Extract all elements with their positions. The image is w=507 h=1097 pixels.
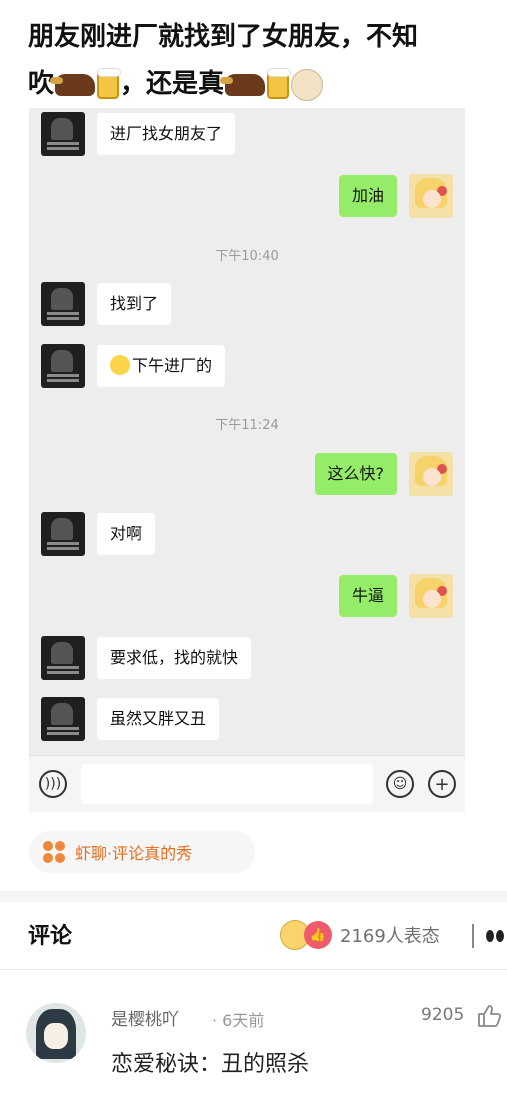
chat-message-right: 加油: [338, 174, 453, 218]
self-avatar: [409, 574, 453, 618]
separator: [472, 924, 474, 948]
bull-emoji-icon: [220, 73, 266, 96]
message-bubble: 加油: [338, 175, 397, 217]
message-bubble: 这么快?: [314, 453, 397, 495]
chat-message-right: 这么快?: [314, 452, 453, 496]
message-bubble: 进厂找女朋友了: [97, 113, 236, 155]
post-title-part-a: 吹: [28, 69, 55, 99]
section-divider: [0, 891, 507, 902]
header-divider: [0, 969, 507, 970]
friend-avatar: [41, 512, 85, 556]
post-title-line-1: 朋友刚进厂就找到了女朋友，不知: [28, 22, 419, 52]
chat-screenshot: 进厂找女朋友了 加油 下午10:40 找到了 下午进厂的 下午11:24 这么快…: [29, 108, 465, 808]
comments-header: 评论: [28, 924, 73, 949]
friend-avatar: [41, 282, 85, 326]
beer-emoji-icon: [97, 67, 122, 99]
post-title-line-2: 吹 ，还是真: [28, 61, 507, 108]
commenter-name[interactable]: 是樱桃吖: [111, 1005, 179, 1030]
topic-tag[interactable]: 虾聊·评论真的秀: [29, 831, 255, 873]
commenter-avatar[interactable]: [26, 1003, 86, 1063]
post-title: 朋友刚进厂就找到了女朋友，不知 吹 ，还是真: [28, 14, 507, 108]
message-bubble: 牛逼: [338, 575, 397, 617]
friend-avatar: [41, 636, 85, 680]
smirk-face-emoji-icon: [291, 68, 324, 101]
comment-text: 恋爱秘诀：丑的照杀: [111, 1052, 310, 1077]
thumbs-up-icon: 👍: [304, 921, 332, 949]
beer-emoji-icon: [267, 67, 292, 99]
chat-message-left: 进厂找女朋友了: [41, 112, 236, 156]
friend-avatar: [41, 344, 85, 388]
message-text: 下午进厂的: [132, 356, 213, 375]
comment-time: · 6天前: [212, 1011, 265, 1030]
message-bubble: 虽然又胖又丑: [97, 698, 220, 740]
chat-timestamp: 下午11:24: [215, 418, 279, 433]
clover-icon: [43, 841, 65, 863]
message-bubble: 找到了: [97, 283, 172, 325]
chat-message-left: 下午进厂的: [41, 344, 226, 388]
topic-tag-label: 虾聊·评论真的秀: [75, 844, 193, 863]
chat-message-left: 对啊: [41, 512, 156, 556]
self-avatar: [409, 452, 453, 496]
plus-icon[interactable]: +: [428, 770, 456, 798]
eyes-emoji-icon[interactable]: [486, 928, 507, 944]
friend-avatar: [41, 112, 85, 156]
voice-icon[interactable]: ))): [39, 770, 67, 798]
comment-like-count: 9205: [421, 1005, 465, 1025]
message-bubble: 要求低，找的就快: [97, 637, 252, 679]
chat-message-right: 牛逼: [338, 574, 453, 618]
bull-emoji-icon: [50, 73, 96, 96]
reaction-summary[interactable]: 👍 2169人表态: [280, 920, 440, 950]
chat-message-left: 要求低，找的就快: [41, 636, 252, 680]
self-avatar: [409, 174, 453, 218]
chat-message-left: 找到了: [41, 282, 172, 326]
message-bubble: 对啊: [97, 513, 156, 555]
message-input[interactable]: [81, 764, 373, 804]
friend-avatar: [41, 697, 85, 741]
chat-timestamp: 下午10:40: [215, 249, 279, 264]
chat-message-left: 虽然又胖又丑: [41, 697, 220, 741]
message-bubble: 下午进厂的: [97, 345, 226, 387]
sigh-emoji-icon: [110, 355, 130, 375]
post-title-part-b: ，还是真: [120, 69, 225, 99]
reaction-count: 2169人表态: [340, 926, 440, 947]
emoji-icon[interactable]: ☺: [386, 770, 414, 798]
chat-input-bar: ))) ☺ +: [29, 755, 465, 812]
like-thumb-icon[interactable]: [476, 1003, 502, 1029]
